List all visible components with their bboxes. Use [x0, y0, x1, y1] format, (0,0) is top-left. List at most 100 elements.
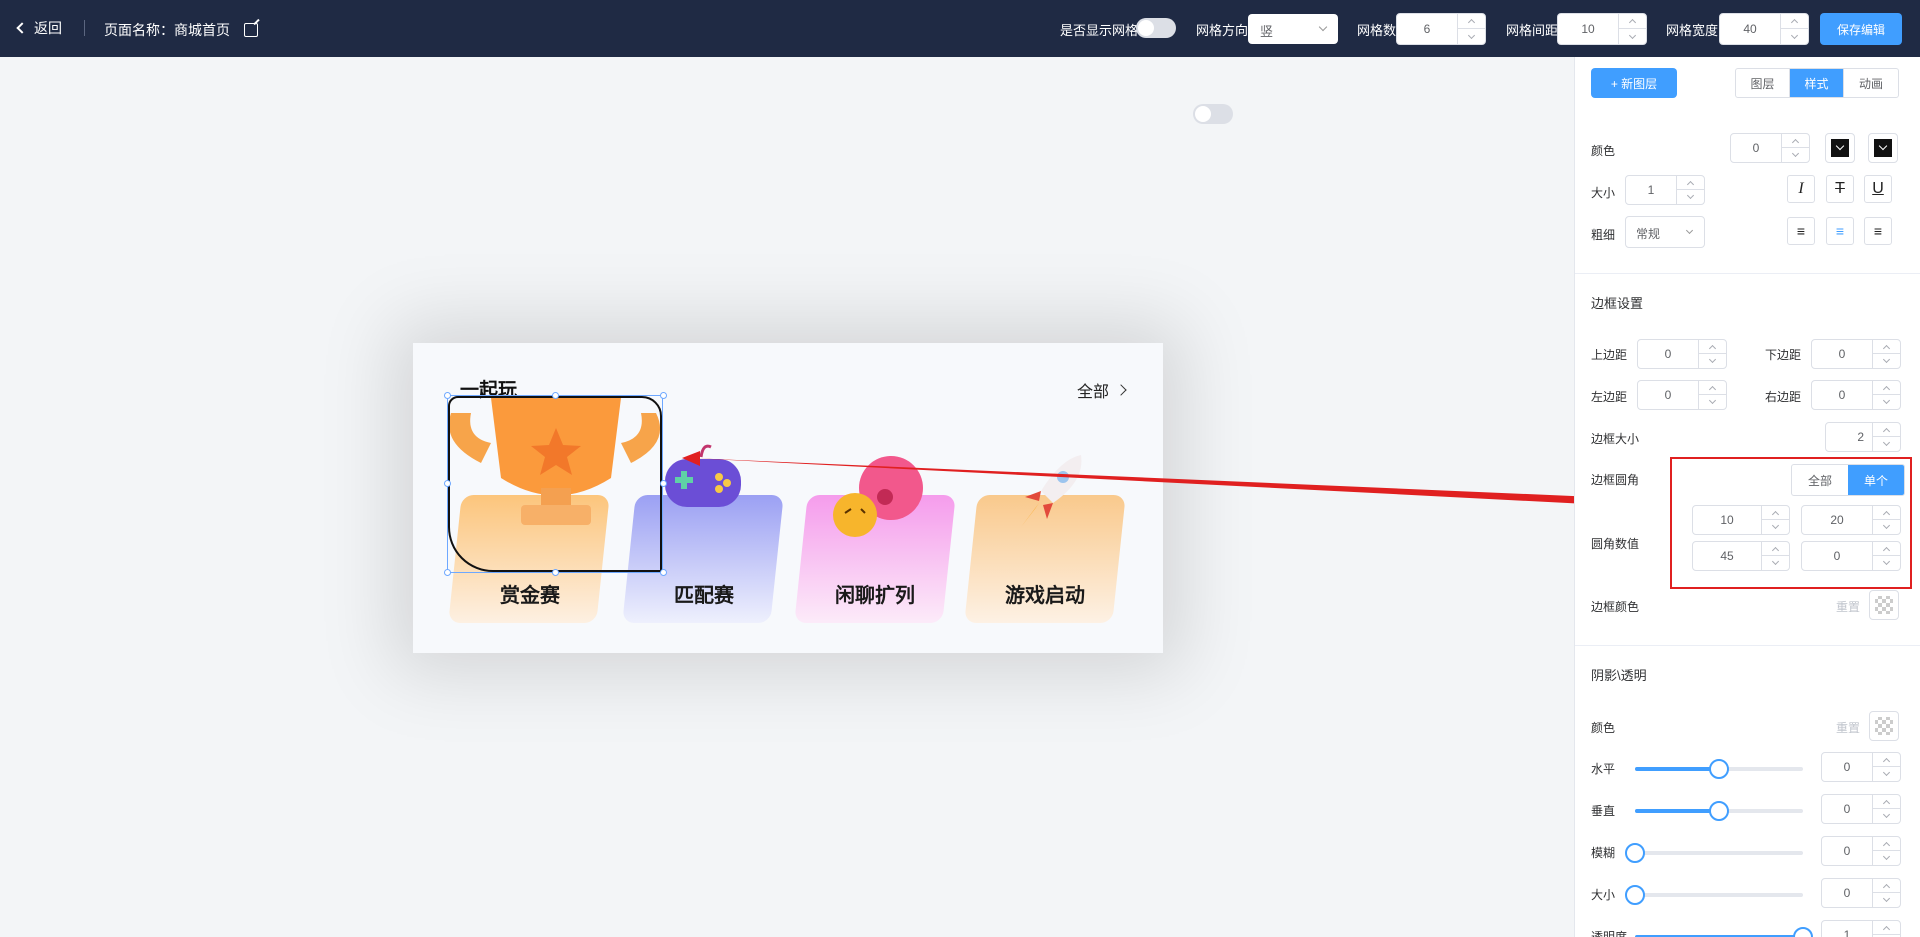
shadow-row-label: 大小 [1591, 888, 1616, 902]
decrement-button[interactable] [1873, 851, 1900, 865]
decrement-button[interactable] [1873, 354, 1900, 368]
increment-button[interactable] [1873, 795, 1900, 809]
border-size-label: 边框大小 [1591, 432, 1640, 446]
border-color-label: 边框颜色 [1591, 600, 1640, 614]
decrement-button[interactable] [1699, 395, 1726, 409]
shadow-row-label: 垂直 [1591, 804, 1616, 818]
border-section-title: 边框设置 [1591, 296, 1644, 311]
shadow-section-title: 阴影\透明 [1591, 668, 1647, 683]
size-stepper[interactable]: 1 [1625, 175, 1705, 205]
shadow-value-stepper[interactable]: 0 [1821, 878, 1901, 908]
decrement-button[interactable] [1873, 893, 1900, 907]
weight-select[interactable]: 常规 [1625, 216, 1705, 248]
shadow-row-label: 水平 [1591, 762, 1616, 776]
bottom-margin-value: 0 [1838, 347, 1846, 361]
tab-layers[interactable]: 图层 [1736, 69, 1790, 97]
shadow-slider[interactable] [1635, 759, 1803, 779]
panel-tabs: 图层 样式 动画 [1735, 68, 1899, 98]
weight-label: 粗细 [1591, 228, 1616, 242]
tab-animation[interactable]: 动画 [1844, 69, 1898, 97]
color-value: 0 [1752, 141, 1760, 155]
shadow-value-stepper[interactable]: 0 [1821, 752, 1901, 782]
increment-button[interactable] [1873, 381, 1900, 395]
bottom-margin-stepper[interactable]: 0 [1811, 339, 1901, 369]
shadow-value: 0 [1843, 802, 1851, 816]
shadow-row-label: 模糊 [1591, 846, 1616, 860]
reset-border-color-button[interactable]: 重置 [1836, 598, 1860, 615]
left-margin-stepper[interactable]: 0 [1637, 380, 1727, 410]
align-center-icon[interactable]: ≡ [1826, 217, 1854, 245]
radius-values-label: 圆角数值 [1591, 537, 1640, 551]
decrement-button[interactable] [1873, 809, 1900, 823]
border-size-stepper[interactable]: 2 [1825, 422, 1901, 452]
top-margin-stepper[interactable]: 0 [1637, 339, 1727, 369]
decrement-button[interactable] [1677, 190, 1704, 204]
decrement-button[interactable] [1873, 395, 1900, 409]
italic-icon[interactable]: I [1787, 175, 1815, 203]
decrement-button[interactable] [1873, 437, 1900, 451]
slider-fill [1635, 809, 1719, 813]
chevron-down-icon [1685, 226, 1694, 235]
slider-thumb[interactable] [1625, 885, 1645, 905]
slider-thumb[interactable] [1709, 801, 1729, 821]
shadow-color-label: 颜色 [1591, 721, 1616, 735]
shadow-color-picker[interactable] [1869, 711, 1899, 741]
border-size-value: 2 [1857, 430, 1864, 444]
increment-button[interactable] [1873, 837, 1900, 851]
slider-thumb[interactable] [1625, 843, 1645, 863]
shadow-value-stepper[interactable]: 0 [1821, 794, 1901, 824]
slider-thumb[interactable] [1709, 759, 1729, 779]
weight-value: 常规 [1636, 227, 1661, 241]
annotation-highlight-box [1670, 457, 1912, 589]
size-label: 大小 [1591, 186, 1616, 200]
divider [1575, 645, 1920, 646]
decrement-button[interactable] [1782, 148, 1809, 162]
shadow-value: 0 [1843, 844, 1851, 858]
top-margin-value: 0 [1664, 347, 1672, 361]
shadow-row-label: 透明度 [1591, 930, 1628, 937]
size-value: 1 [1647, 183, 1655, 197]
shadow-value: 1 [1843, 928, 1851, 937]
increment-button[interactable] [1677, 176, 1704, 190]
shadow-slider[interactable] [1625, 843, 1803, 863]
background-color-picker[interactable] [1868, 133, 1898, 163]
left-margin-label: 左边距 [1591, 390, 1628, 404]
shadow-value-stepper[interactable]: 1 [1821, 920, 1901, 937]
increment-button[interactable] [1699, 340, 1726, 354]
shadow-slider[interactable] [1635, 801, 1803, 821]
shadow-value: 0 [1843, 886, 1851, 900]
align-right-icon[interactable]: ≡ [1864, 217, 1892, 245]
slider-fill [1635, 767, 1719, 771]
divider [1575, 273, 1920, 274]
align-left-icon[interactable]: ≡ [1787, 217, 1815, 245]
border-color-picker[interactable] [1869, 590, 1899, 620]
tab-style[interactable]: 样式 [1790, 69, 1844, 97]
increment-button[interactable] [1873, 340, 1900, 354]
color-label: 颜色 [1591, 144, 1616, 158]
slider-thumb[interactable] [1793, 927, 1813, 937]
increment-button[interactable] [1699, 381, 1726, 395]
shadow-value: 0 [1843, 760, 1851, 774]
right-margin-label: 右边距 [1765, 390, 1802, 404]
shadow-value-stepper[interactable]: 0 [1821, 836, 1901, 866]
right-margin-stepper[interactable]: 0 [1811, 380, 1901, 410]
increment-button[interactable] [1873, 423, 1900, 437]
bottom-margin-label: 下边距 [1765, 348, 1802, 362]
border-radius-label: 边框圆角 [1591, 473, 1640, 487]
strikethrough-icon[interactable]: T [1826, 175, 1854, 203]
increment-button[interactable] [1873, 753, 1900, 767]
decrement-button[interactable] [1699, 354, 1726, 368]
increment-button[interactable] [1782, 134, 1809, 148]
top-margin-label: 上边距 [1591, 348, 1628, 362]
left-margin-value: 0 [1664, 388, 1672, 402]
increment-button[interactable] [1873, 921, 1900, 935]
new-layer-button[interactable]: + 新图层 [1591, 68, 1677, 98]
reset-shadow-color-button[interactable]: 重置 [1836, 719, 1860, 736]
increment-button[interactable] [1873, 879, 1900, 893]
right-margin-value: 0 [1838, 388, 1846, 402]
decrement-button[interactable] [1873, 767, 1900, 781]
underline-icon[interactable]: U [1864, 175, 1892, 203]
shadow-slider[interactable] [1625, 885, 1803, 905]
font-color-picker[interactable] [1825, 133, 1855, 163]
color-stepper[interactable]: 0 [1730, 133, 1810, 163]
